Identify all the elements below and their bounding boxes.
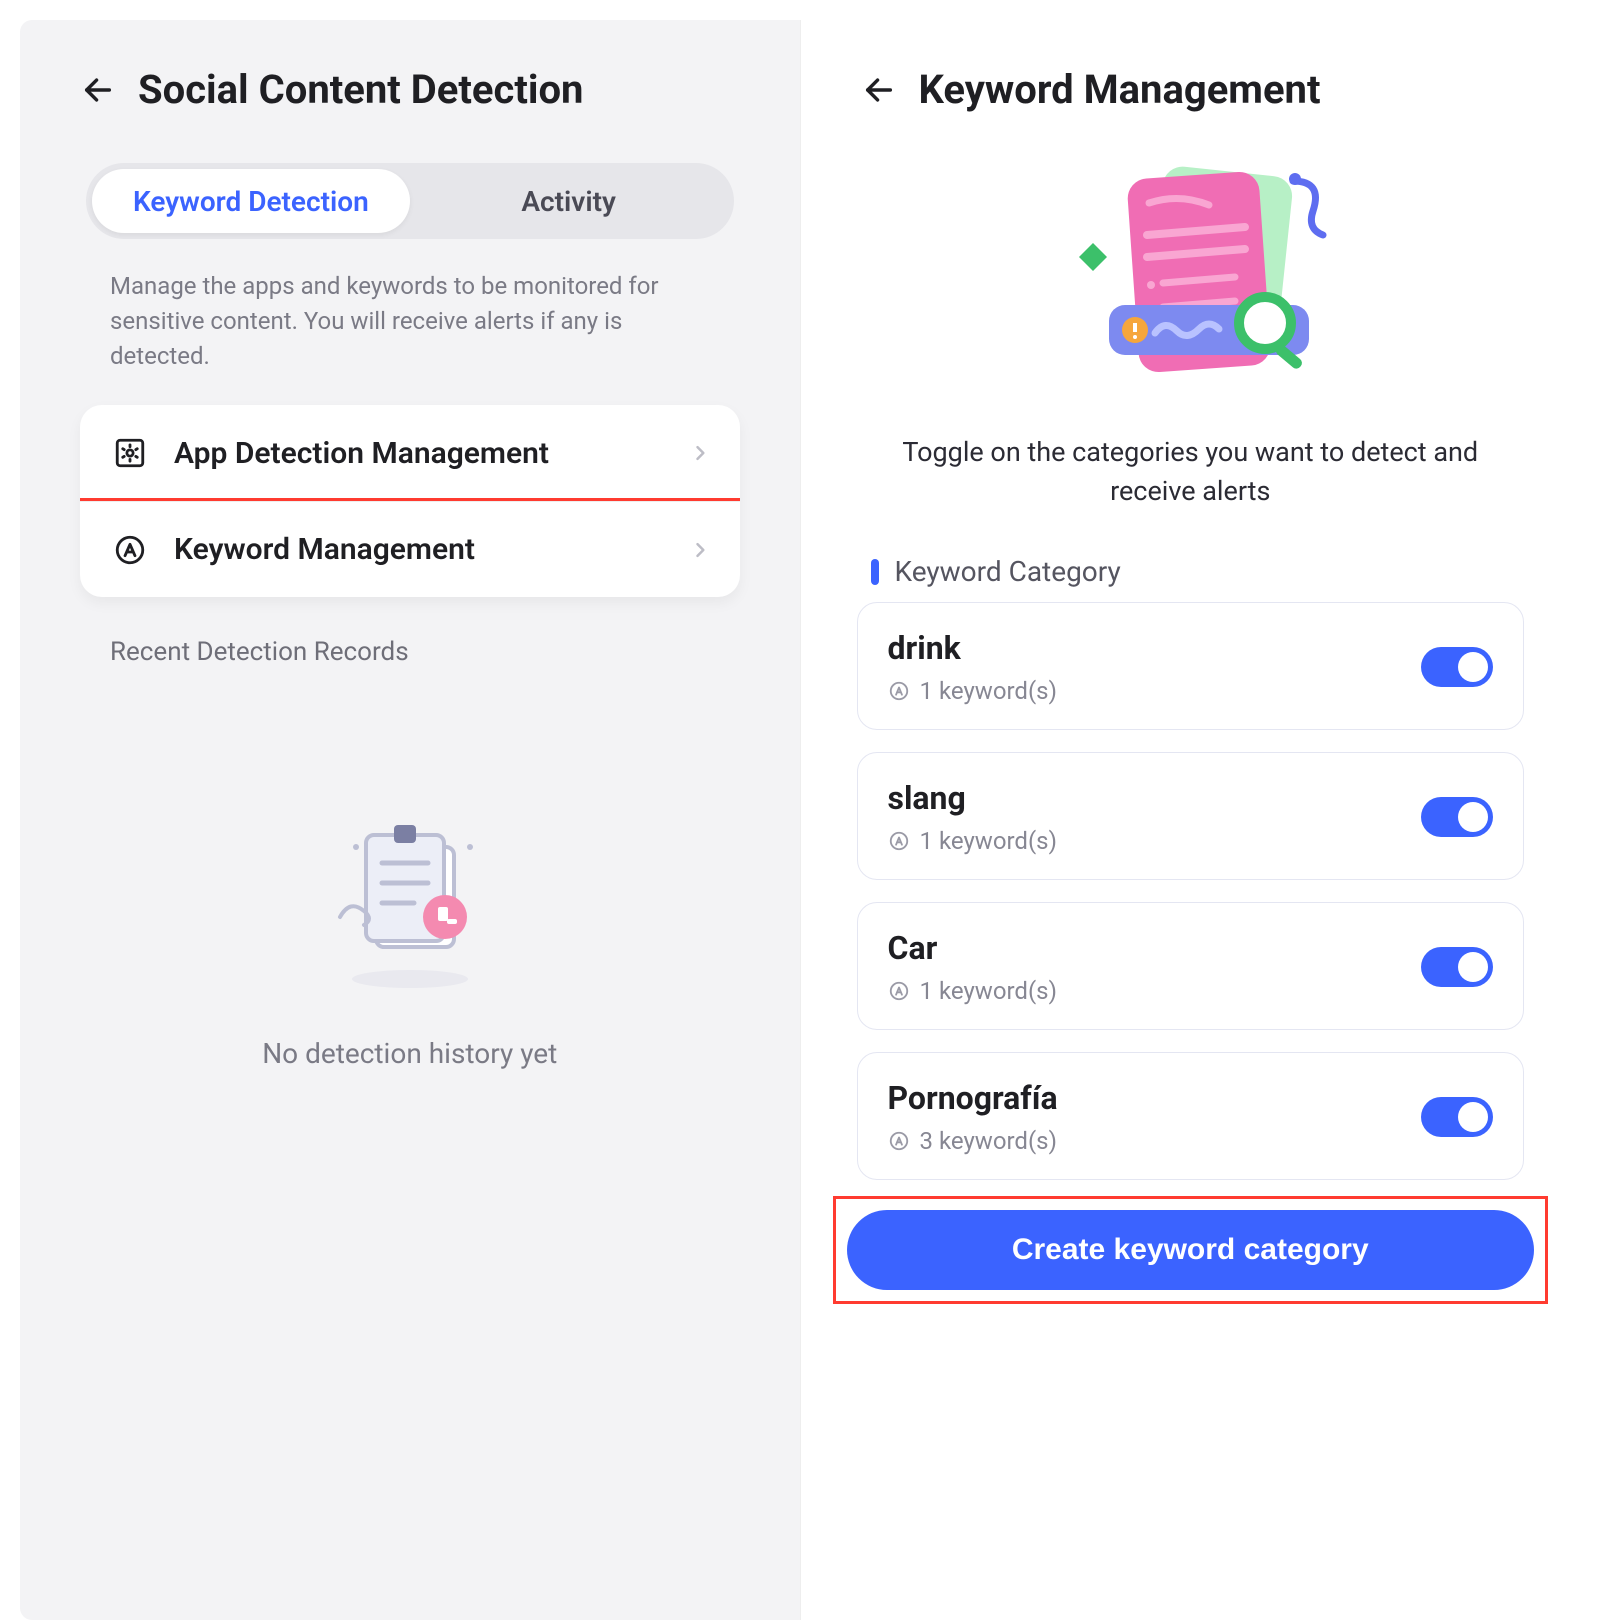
category-card-slang[interactable]: slang 1 keyword(s) <box>857 752 1525 880</box>
gear-box-icon <box>110 433 150 473</box>
letter-a-circle-icon <box>888 680 910 702</box>
category-toggle[interactable] <box>1421 947 1493 987</box>
recent-records-label: Recent Detection Records <box>20 597 800 667</box>
section-title: Keyword Category <box>895 555 1121 588</box>
category-name: Car <box>888 929 1422 967</box>
category-count: 1 keyword(s) <box>920 827 1057 855</box>
category-count: 1 keyword(s) <box>920 977 1057 1005</box>
app-detection-management-item[interactable]: App Detection Management <box>80 405 740 501</box>
back-button[interactable] <box>857 68 901 112</box>
arrow-left-icon <box>81 73 115 107</box>
category-toggle[interactable] <box>1421 1097 1493 1137</box>
create-button-container: Create keyword category <box>847 1210 1535 1290</box>
category-name: Pornografía <box>888 1079 1422 1117</box>
category-card-drink[interactable]: drink 1 keyword(s) <box>857 602 1525 730</box>
chevron-right-icon <box>690 438 710 468</box>
hero-illustration <box>801 153 1581 403</box>
empty-illustration-icon <box>310 807 510 997</box>
section-header: Keyword Category <box>801 521 1581 602</box>
empty-state: No detection history yet <box>20 807 800 1070</box>
chevron-right-icon <box>690 535 710 565</box>
tab-keyword-detection[interactable]: Keyword Detection <box>92 169 410 233</box>
management-list: App Detection Management Keyword Managem… <box>80 405 740 597</box>
category-card-car[interactable]: Car 1 keyword(s) <box>857 902 1525 1030</box>
category-count: 1 keyword(s) <box>920 677 1057 705</box>
empty-state-text: No detection history yet <box>262 1037 557 1070</box>
keyword-management-item[interactable]: Keyword Management <box>80 501 740 597</box>
social-content-detection-screen: Social Content Detection Keyword Detecti… <box>20 20 801 1620</box>
page-title: Keyword Management <box>919 66 1321 113</box>
arrow-left-icon <box>862 73 896 107</box>
category-toggle[interactable] <box>1421 647 1493 687</box>
category-name: slang <box>888 779 1422 817</box>
app-detection-management-label: App Detection Management <box>174 436 690 471</box>
hero-description: Toggle on the categories you want to det… <box>801 403 1581 521</box>
letter-a-circle-icon <box>888 1130 910 1152</box>
category-count: 3 keyword(s) <box>920 1127 1057 1155</box>
page-title: Social Content Detection <box>138 66 583 113</box>
keyword-management-screen: Keyword Management <box>801 20 1581 1620</box>
category-toggle[interactable] <box>1421 797 1493 837</box>
header: Social Content Detection <box>20 20 800 133</box>
letter-a-circle-icon <box>888 830 910 852</box>
category-list: drink 1 keyword(s) slang 1 keyword(s) <box>801 602 1581 1180</box>
header: Keyword Management <box>801 20 1581 133</box>
hero-illustration-icon <box>1035 153 1345 403</box>
back-button[interactable] <box>76 68 120 112</box>
subtitle: Manage the apps and keywords to be monit… <box>20 239 800 383</box>
create-keyword-category-button[interactable]: Create keyword category <box>847 1210 1535 1290</box>
keyword-management-label: Keyword Management <box>174 532 690 567</box>
tab-activity[interactable]: Activity <box>410 169 728 233</box>
category-card-pornografia[interactable]: Pornografía 3 keyword(s) <box>857 1052 1525 1180</box>
tab-bar: Keyword Detection Activity <box>86 163 734 239</box>
section-accent-bar <box>871 559 879 585</box>
letter-a-circle-icon <box>888 980 910 1002</box>
category-name: drink <box>888 629 1422 667</box>
letter-a-circle-icon <box>110 530 150 570</box>
